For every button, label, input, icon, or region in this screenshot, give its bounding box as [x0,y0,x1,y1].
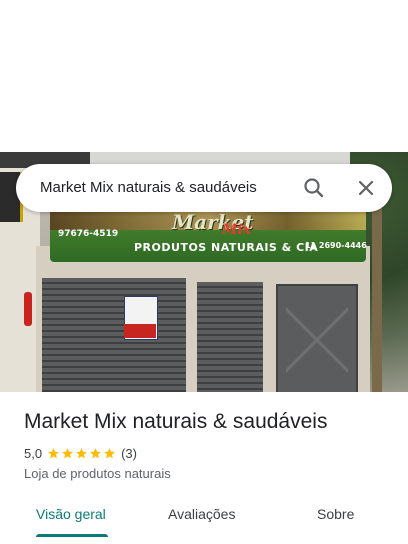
tab-reviews[interactable]: Avaliações [168,506,235,522]
sign-phone-right: 11 2690-4446 [305,241,367,250]
search-bar[interactable]: Market Mix naturais & saudáveis [16,164,392,212]
sign-subtitle: PRODUTOS NATURAIS & CIA [134,241,319,254]
star-icon [76,447,87,458]
fire-extinguisher [24,292,32,326]
active-tab-indicator [36,534,108,537]
metal-door [276,284,358,392]
review-count: (3) [121,445,137,461]
rating-row[interactable]: 5,0 (3) [24,445,137,461]
close-icon [358,180,374,196]
tab-bar: Visão geral Avaliações Sobre [0,496,408,544]
close-button[interactable] [352,174,380,202]
rating-value: 5,0 [24,445,43,461]
search-button[interactable] [300,174,328,202]
search-icon [304,178,324,198]
star-icon [62,447,73,458]
sign-phone-left: 97676-4519 [58,229,119,239]
place-title: Market Mix naturais & saudáveis [24,410,328,433]
star-icon [104,447,115,458]
tab-about[interactable]: Sobre [317,506,354,522]
star-icon [90,447,101,458]
star-icon [48,447,59,458]
shutter-middle [197,282,263,392]
rating-stars [47,447,117,460]
shutter-left [42,278,186,392]
blank-header-area [0,0,408,152]
tab-overview[interactable]: Visão geral [36,506,106,522]
place-category: Loja de produtos naturais [24,466,171,481]
search-input[interactable]: Market Mix naturais & saudáveis [40,179,257,196]
sign-brand-suffix: Mix [222,222,252,238]
